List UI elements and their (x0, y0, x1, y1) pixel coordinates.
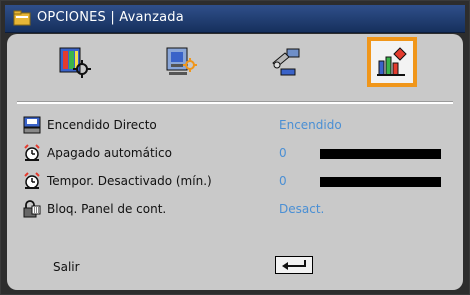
page-title: OPCIONES | Avanzada (37, 10, 184, 25)
alarm-clock-icon (24, 144, 40, 161)
osd-menu: OPCIONES | Avanzada Encendido Directo En… (0, 0, 470, 295)
display-settings-icon (166, 47, 197, 75)
exit-label[interactable]: Salir (53, 260, 80, 274)
alarm-clock-icon (24, 172, 40, 189)
menu-item-value[interactable]: Desact. (279, 202, 324, 216)
divider (17, 101, 453, 104)
enter-arrow-icon (282, 260, 306, 270)
level-bar[interactable] (320, 149, 441, 159)
options-icon (377, 47, 407, 76)
title-bar: OPCIONES | Avanzada (5, 5, 465, 33)
menu-item-value: 0 (279, 146, 287, 160)
menu-item-value: 0 (279, 174, 287, 188)
tab-setup[interactable] (265, 41, 307, 83)
menu-item-label: Tempor. Desactivado (mín.) (47, 174, 212, 188)
category-tabs (11, 37, 459, 99)
menu-item-keypad-lock[interactable]: Bloq. Panel de cont. Desact. (23, 200, 443, 220)
menu-item-sleep-timer[interactable]: Tempor. Desactivado (mín.) 0 (23, 172, 443, 192)
menu-item-label: Apagado automático (47, 146, 172, 160)
exit-button[interactable] (275, 256, 313, 274)
setup-icon (272, 48, 300, 76)
menu-item-label: Encendido Directo (47, 118, 157, 132)
image-settings-icon (59, 47, 91, 78)
menu-item-value[interactable]: Encendido (279, 118, 342, 132)
menu-item-direct-power-on[interactable]: Encendido Directo Encendido (23, 116, 443, 136)
menu-item-auto-power-off[interactable]: Apagado automático 0 (23, 144, 443, 164)
menu-item-label: Bloq. Panel de cont. (47, 202, 167, 216)
power-on-icon (23, 116, 41, 134)
level-bar[interactable] (320, 177, 441, 187)
options-folder-icon (13, 10, 31, 26)
tab-image[interactable] (53, 41, 95, 83)
tab-options[interactable] (367, 37, 417, 87)
tab-display[interactable] (159, 41, 201, 83)
keypad-lock-icon (23, 200, 41, 218)
